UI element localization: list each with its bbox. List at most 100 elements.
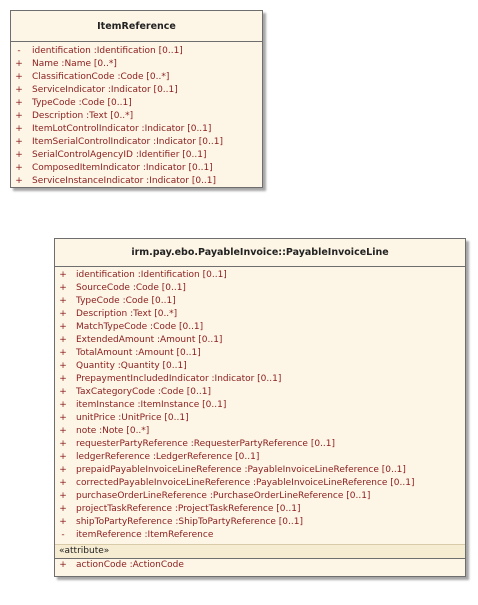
- attribute-row: + ServiceIndicator :Indicator [0..1]: [11, 84, 262, 97]
- attribute-text: TotalAmount :Amount [0..1]: [76, 348, 201, 358]
- visibility-marker: +: [59, 465, 67, 475]
- attribute-text: ItemSerialControlIndicator :Indicator [0…: [32, 137, 223, 147]
- visibility-marker: +: [15, 111, 23, 121]
- visibility-marker: -: [17, 46, 21, 56]
- visibility-marker: +: [59, 374, 67, 384]
- attribute-row: + TaxCategoryCode :Code [0..1]: [55, 386, 465, 399]
- attribute-text: ClassificationCode :Code [0..*]: [32, 72, 170, 82]
- attribute-row: + ServiceInstanceIndicator :Indicator [0.…: [11, 175, 262, 188]
- visibility-marker: +: [59, 560, 67, 570]
- visibility-marker: +: [15, 98, 23, 108]
- attribute-row: + Description :Text [0..*]: [11, 110, 262, 123]
- attribute-row: + purchaseOrderLineReference :PurchaseOrd…: [55, 490, 465, 503]
- visibility-marker: +: [59, 413, 67, 423]
- attribute-list: - identification :Identification [0..1] +…: [11, 42, 262, 188]
- visibility-marker: +: [59, 400, 67, 410]
- attribute-text: requesterPartyReference :RequesterPartyR…: [76, 439, 336, 449]
- attribute-text: identification :Identification [0..1]: [32, 46, 183, 56]
- attribute-row: + itemInstance :ItemInstance [0..1]: [55, 399, 465, 412]
- class-name: irm.pay.ebo.PayableInvoice::PayableInvoi…: [55, 239, 465, 267]
- attribute-row: + TypeCode :Code [0..1]: [11, 97, 262, 110]
- visibility-marker: +: [59, 348, 67, 358]
- visibility-marker: +: [59, 478, 67, 488]
- visibility-marker: +: [59, 387, 67, 397]
- attribute-row: + ClassificationCode :Code [0..*]: [11, 71, 262, 84]
- visibility-marker: +: [59, 517, 67, 527]
- attribute-text: identification :Identification [0..1]: [76, 270, 227, 280]
- attribute-row: + unitPrice :UnitPrice [0..1]: [55, 412, 465, 425]
- operation-list: + actionCode :ActionCode: [55, 558, 465, 574]
- attribute-row: + ItemLotControlIndicator :Indicator [0..…: [11, 123, 262, 136]
- attribute-text: itemReference :ItemReference: [76, 530, 214, 540]
- visibility-marker: +: [15, 85, 23, 95]
- attribute-row: + ExtendedAmount :Amount [0..1]: [55, 334, 465, 347]
- attribute-text: Quantity :Quantity [0..1]: [76, 361, 187, 371]
- attribute-row: + ComposedItemIndicator :Indicator [0..1]: [11, 162, 262, 175]
- attribute-row: + requesterPartyReference :RequesterParty…: [55, 438, 465, 451]
- visibility-marker: +: [59, 439, 67, 449]
- attribute-text: prepaidPayableInvoiceLineReference :Paya…: [76, 465, 406, 475]
- visibility-marker: +: [15, 176, 23, 186]
- visibility-marker: +: [59, 283, 67, 293]
- attribute-text: purchaseOrderLineReference :PurchaseOrde…: [76, 491, 371, 501]
- attribute-row: - identification :Identification [0..1]: [11, 45, 262, 58]
- attribute-text: correctedPayableInvoiceLineReference :Pa…: [76, 478, 415, 488]
- attribute-row: + Name :Name [0..*]: [11, 58, 262, 71]
- visibility-marker: +: [15, 150, 23, 160]
- attribute-text: PrepaymentIncludedIndicator :Indicator […: [76, 374, 282, 384]
- attribute-text: unitPrice :UnitPrice [0..1]: [76, 413, 189, 423]
- visibility-marker: +: [15, 59, 23, 69]
- attribute-text: SerialControlAgencyID :Identifier [0..1]: [32, 150, 207, 160]
- visibility-marker: +: [59, 426, 67, 436]
- attribute-row: + Quantity :Quantity [0..1]: [55, 360, 465, 373]
- visibility-marker: +: [59, 322, 67, 332]
- attribute-text: ItemLotControlIndicator :Indicator [0..1…: [32, 124, 212, 134]
- attribute-row: + TypeCode :Code [0..1]: [55, 295, 465, 308]
- attribute-row: + TotalAmount :Amount [0..1]: [55, 347, 465, 360]
- attribute-row: + projectTaskReference :ProjectTaskRefere…: [55, 503, 465, 516]
- attribute-text: ServiceInstanceIndicator :Indicator [0..…: [32, 176, 217, 186]
- visibility-marker: +: [15, 72, 23, 82]
- attribute-row: + prepaidPayableInvoiceLineReference :Pay…: [55, 464, 465, 477]
- attribute-text: Description :Text [0..*]: [76, 309, 178, 319]
- attribute-row: + SourceCode :Code [0..1]: [55, 282, 465, 295]
- visibility-marker: +: [15, 163, 23, 173]
- operation-text: actionCode :ActionCode: [76, 560, 184, 570]
- class-item-reference[interactable]: ItemReference - identification :Identific…: [10, 10, 263, 188]
- attribute-row: + ItemSerialControlIndicator :Indicator […: [11, 136, 262, 149]
- attribute-text: projectTaskReference :ProjectTaskReferen…: [76, 504, 301, 514]
- attribute-text: note :Note [0..*]: [76, 426, 150, 436]
- visibility-marker: +: [15, 124, 23, 134]
- attribute-text: ExtendedAmount :Amount [0..1]: [76, 335, 223, 345]
- attribute-row: + correctedPayableInvoiceLineReference :P…: [55, 477, 465, 490]
- visibility-marker: +: [59, 491, 67, 501]
- attribute-text: ledgerReference :LedgerReference [0..1]: [76, 452, 260, 462]
- stereotype-label: «attribute»: [55, 544, 465, 558]
- attribute-row: + note :Note [0..*]: [55, 425, 465, 438]
- visibility-marker: +: [59, 452, 67, 462]
- attribute-text: TaxCategoryCode :Code [0..1]: [76, 387, 211, 397]
- attribute-row: - itemReference :ItemReference: [55, 529, 465, 542]
- attribute-text: ComposedItemIndicator :Indicator [0..1]: [32, 163, 213, 173]
- attribute-text: SourceCode :Code [0..1]: [76, 283, 186, 293]
- attribute-text: Name :Name [0..*]: [32, 59, 117, 69]
- class-payable-invoice-line[interactable]: irm.pay.ebo.PayableInvoice::PayableInvoi…: [54, 238, 466, 577]
- attribute-list: + identification :Identification [0..1] +…: [55, 267, 465, 544]
- attribute-text: itemInstance :ItemInstance [0..1]: [76, 400, 227, 410]
- visibility-marker: +: [59, 309, 67, 319]
- attribute-text: ServiceIndicator :Indicator [0..1]: [32, 85, 178, 95]
- attribute-text: shipToPartyReference :ShipToPartyReferen…: [76, 517, 303, 527]
- attribute-text: TypeCode :Code [0..1]: [76, 296, 176, 306]
- attribute-row: + ledgerReference :LedgerReference [0..1]: [55, 451, 465, 464]
- attribute-text: Description :Text [0..*]: [32, 111, 134, 121]
- visibility-marker: +: [59, 361, 67, 371]
- visibility-marker: +: [59, 296, 67, 306]
- attribute-row: + shipToPartyReference :ShipToPartyRefere…: [55, 516, 465, 529]
- attribute-text: MatchTypeCode :Code [0..1]: [76, 322, 204, 332]
- attribute-row: + SerialControlAgencyID :Identifier [0..1…: [11, 149, 262, 162]
- attribute-row: + PrepaymentIncludedIndicator :Indicator …: [55, 373, 465, 386]
- class-name: ItemReference: [11, 11, 262, 42]
- attribute-row: + MatchTypeCode :Code [0..1]: [55, 321, 465, 334]
- operation-row: + actionCode :ActionCode: [55, 559, 465, 572]
- visibility-marker: +: [59, 335, 67, 345]
